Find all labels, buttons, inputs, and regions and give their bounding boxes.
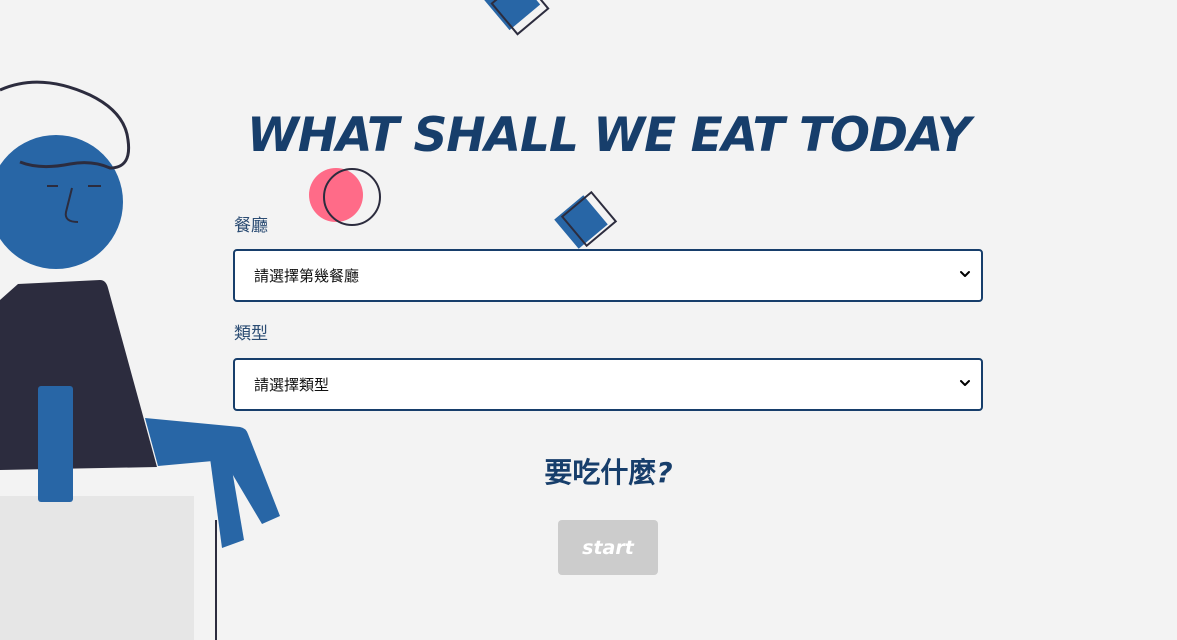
chevron-down-icon xyxy=(960,271,970,277)
person-nose xyxy=(64,187,79,223)
circles-decoration xyxy=(309,168,381,226)
question-text: 要吃什麼 xyxy=(544,456,657,489)
desk-block xyxy=(0,496,194,640)
chevron-down-icon xyxy=(960,380,970,386)
top-diamond-decoration xyxy=(483,0,550,36)
restaurant-label: 餐廳 xyxy=(234,216,268,236)
middle-diamond-decoration xyxy=(554,190,618,249)
question-mark: ? xyxy=(656,456,673,489)
what-to-eat-question: 要吃什麼? xyxy=(0,451,1177,491)
restaurant-select[interactable]: 請選擇第幾餐廳 xyxy=(233,249,983,302)
type-select-value: 請選擇類型 xyxy=(254,376,330,394)
type-select[interactable]: 請選擇類型 xyxy=(233,358,983,411)
person-torso xyxy=(0,280,157,470)
page-title: WHAT SHALL WE EAT TODAY xyxy=(246,108,971,163)
restaurant-select-value: 請選擇第幾餐廳 xyxy=(254,267,360,285)
start-button[interactable]: start xyxy=(558,520,658,575)
type-label: 類型 xyxy=(234,324,268,344)
